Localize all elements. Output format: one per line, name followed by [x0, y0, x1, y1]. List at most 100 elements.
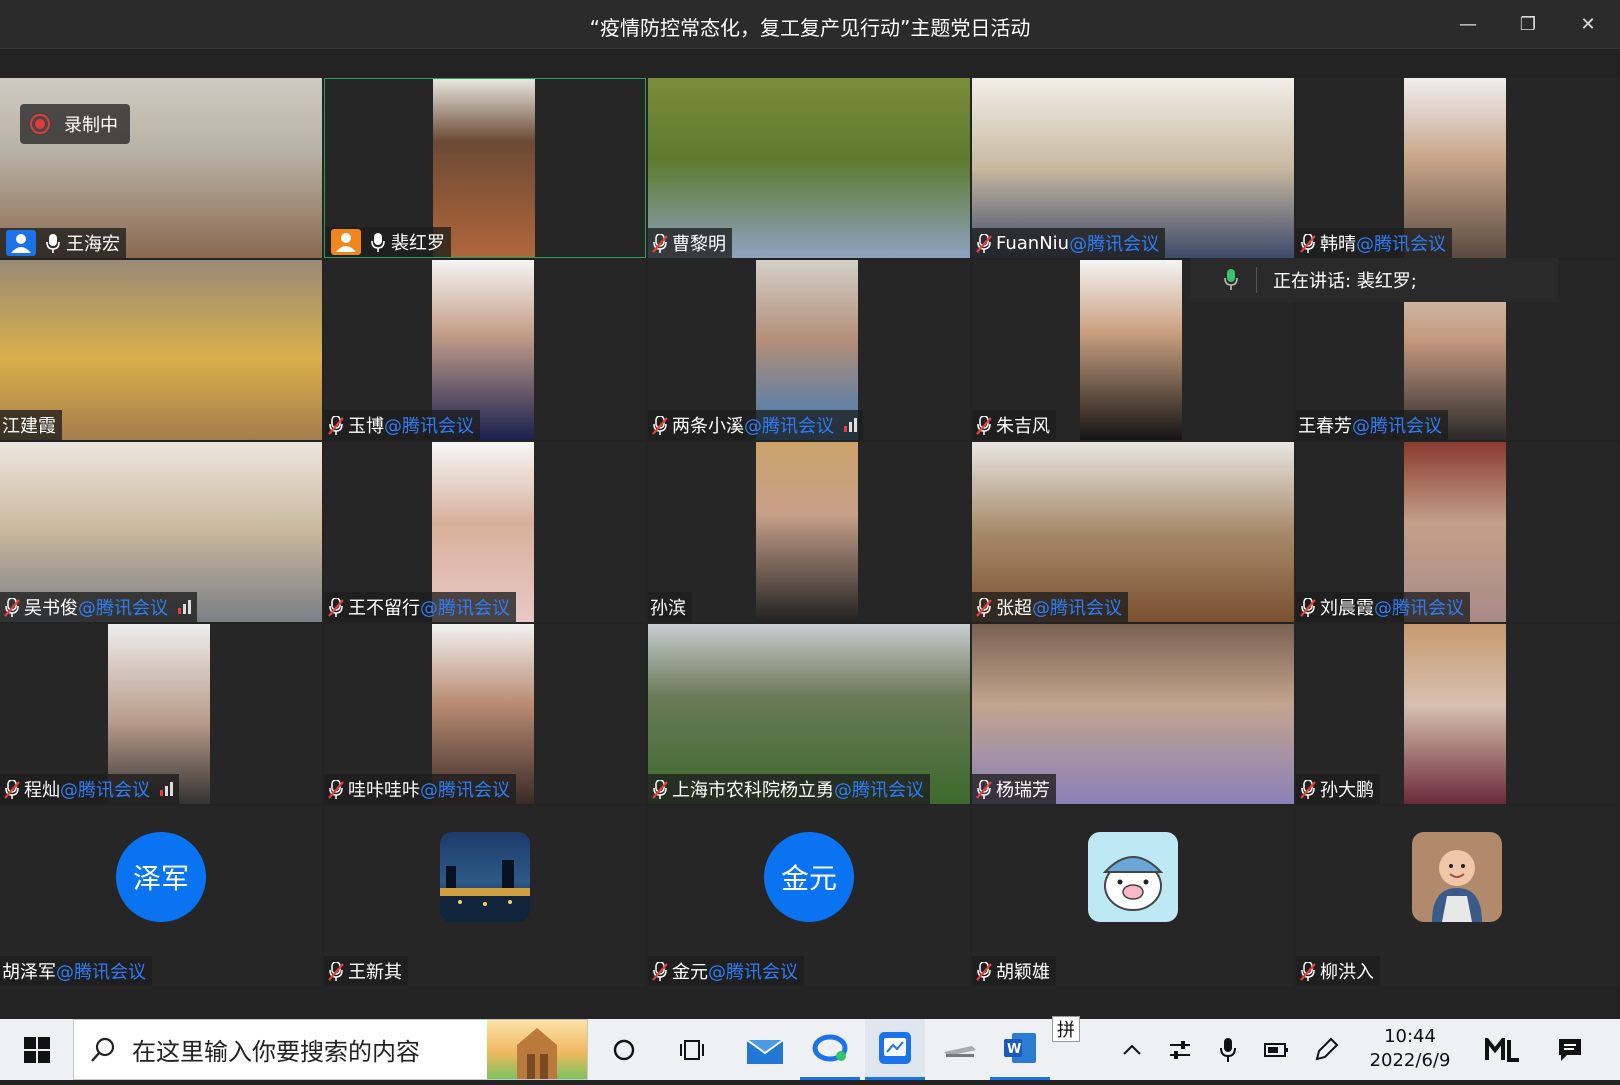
taskbar-search-box[interactable]: 在这里输入你要搜索的内容	[73, 1019, 588, 1080]
participant-avatar-image	[440, 832, 530, 922]
recording-indicator[interactable]: 录制中	[20, 104, 130, 144]
microphone-muted-icon	[328, 780, 344, 799]
participant-name-label: 两条小溪 @腾讯会议	[648, 410, 863, 440]
participant-tile[interactable]: 裴红罗	[324, 78, 646, 258]
mail-app-icon[interactable]	[735, 1019, 795, 1080]
participant-name-label: 刘晨霞 @腾讯会议	[1296, 592, 1470, 622]
participant-org: @腾讯会议	[744, 416, 834, 437]
network-signal-icon	[160, 782, 173, 796]
microphone-icon	[46, 234, 60, 253]
microphone-muted-icon	[1300, 962, 1316, 981]
microphone-muted-icon	[652, 780, 668, 799]
app-logo-icon[interactable]	[1478, 1019, 1528, 1080]
participant-name-label: 程灿 @腾讯会议	[0, 774, 179, 804]
participant-tile[interactable]: 胡颖雄	[972, 806, 1294, 986]
participant-tile[interactable]: 孙大鹏	[1296, 624, 1618, 804]
microphone-muted-icon	[328, 598, 344, 617]
windows-start-button[interactable]	[14, 1019, 60, 1080]
participant-name: 玉博	[348, 416, 384, 437]
participant-tile[interactable]: 程灿 @腾讯会议	[0, 624, 322, 804]
search-placeholder: 在这里输入你要搜索的内容	[132, 1038, 420, 1066]
participant-name-label: 王海宏	[0, 228, 126, 258]
participant-tile[interactable]: 孙滨	[648, 442, 970, 622]
participant-name-label: 吴书俊 @腾讯会议	[0, 592, 197, 622]
participant-tile[interactable]: 上海市农科院杨立勇 @腾讯会议	[648, 624, 970, 804]
participant-name: 王春芳	[1298, 416, 1352, 437]
microphone-muted-icon	[1300, 780, 1316, 799]
participant-tile[interactable]: 杨瑞芳	[972, 624, 1294, 804]
participant-tile[interactable]: FuanNiu @腾讯会议	[972, 78, 1294, 258]
participant-org: @腾讯会议	[384, 416, 474, 437]
tencent-meeting-app-icon[interactable]	[800, 1019, 860, 1080]
participant-tile[interactable]: 吴书俊 @腾讯会议	[0, 442, 322, 622]
participant-name-label: 金元 @腾讯会议	[648, 956, 804, 986]
participant-tile[interactable]: 张超 @腾讯会议	[972, 442, 1294, 622]
participant-name-label: 胡颖雄	[972, 956, 1056, 986]
microphone-muted-icon	[328, 962, 344, 981]
show-hidden-icons-chevron-icon[interactable]	[1112, 1019, 1152, 1080]
clock-time: 10:44	[1384, 1026, 1436, 1047]
network-signal-icon	[844, 418, 857, 432]
participant-name: 孙大鹏	[1320, 780, 1374, 801]
battery-icon[interactable]	[1256, 1019, 1296, 1080]
maximize-button[interactable]: ❐	[1505, 6, 1551, 42]
participant-name: 胡泽军	[2, 962, 56, 983]
participant-tile[interactable]: 江建霞	[0, 260, 322, 440]
settings-sliders-icon[interactable]	[1160, 1019, 1200, 1080]
notifications-icon[interactable]	[1545, 1019, 1595, 1080]
ime-indicator[interactable]: 拼	[1052, 1016, 1080, 1042]
participant-tile[interactable]: 王新其	[324, 806, 646, 986]
participant-name: 吴书俊	[24, 598, 78, 619]
participant-tile[interactable]: 刘晨霞 @腾讯会议	[1296, 442, 1618, 622]
participant-org: @腾讯会议	[420, 780, 510, 801]
participant-name: 两条小溪	[672, 416, 744, 437]
task-view-icon[interactable]	[668, 1019, 716, 1080]
participant-name-label: 曹黎明	[648, 228, 732, 258]
participant-name-label: 孙大鹏	[1296, 774, 1380, 804]
taskbar-clock[interactable]: 10:44 2022/6/9	[1360, 1025, 1460, 1073]
participant-org: @腾讯会议	[1356, 234, 1446, 255]
participant-tile[interactable]: 金元 金元 @腾讯会议	[648, 806, 970, 986]
participant-name-label: 张超 @腾讯会议	[972, 592, 1128, 622]
close-button[interactable]: ✕	[1565, 6, 1611, 42]
participant-org: @腾讯会议	[60, 780, 150, 801]
participant-org: @腾讯会议	[708, 962, 798, 983]
participant-name-label: FuanNiu @腾讯会议	[972, 228, 1166, 258]
participant-tile[interactable]: 玉博 @腾讯会议	[324, 260, 646, 440]
word-app-icon[interactable]: W	[990, 1019, 1050, 1080]
cortana-icon[interactable]	[605, 1019, 643, 1080]
participant-avatar: 泽军	[116, 832, 206, 922]
participant-tile[interactable]: 泽军 胡泽军 @腾讯会议	[0, 806, 322, 986]
participant-name: 张超	[996, 598, 1032, 619]
participant-org: @腾讯会议	[420, 598, 510, 619]
microphone-muted-icon	[976, 962, 992, 981]
participant-tile[interactable]: 王不留行 @腾讯会议	[324, 442, 646, 622]
participant-name: 朱吉风	[996, 416, 1050, 437]
participant-grid: 王海宏 裴红罗 曹黎明 FuanNiu @腾讯会议 韩晴 @腾讯会议 江建霞 玉博 @腾讯会议 两条…	[0, 78, 1620, 990]
minimize-button[interactable]: —	[1445, 6, 1491, 42]
participant-tile[interactable]: 韩晴 @腾讯会议	[1296, 78, 1618, 258]
participant-tile[interactable]: 哇咔哇咔 @腾讯会议	[324, 624, 646, 804]
participant-name: 曹黎明	[672, 234, 726, 255]
pen-icon[interactable]	[1306, 1019, 1346, 1080]
participant-org: @腾讯会议	[1352, 416, 1442, 437]
record-icon	[30, 114, 50, 134]
microphone-icon	[371, 233, 385, 252]
recording-label: 录制中	[64, 115, 118, 136]
whiteboard-app-icon[interactable]	[865, 1019, 925, 1080]
participant-tile[interactable]: 曹黎明	[648, 78, 970, 258]
microphone-tray-icon[interactable]	[1208, 1019, 1248, 1080]
participant-tile[interactable]: 两条小溪 @腾讯会议	[648, 260, 970, 440]
search-icon	[90, 1037, 116, 1063]
microphone-muted-icon	[328, 416, 344, 435]
device-app-icon[interactable]	[930, 1019, 990, 1080]
participant-name: 韩晴	[1320, 234, 1356, 255]
search-highlight-image	[487, 1020, 587, 1079]
participant-name-label: 孙滨	[648, 592, 692, 622]
speaking-label: 正在讲话: 裴红罗;	[1273, 271, 1417, 292]
participant-org: @腾讯会议	[1374, 598, 1464, 619]
participant-tile[interactable]: 柳洪入	[1296, 806, 1618, 986]
microphone-muted-icon	[652, 962, 668, 981]
microphone-muted-icon	[976, 416, 992, 435]
participant-name: 胡颖雄	[996, 962, 1050, 983]
